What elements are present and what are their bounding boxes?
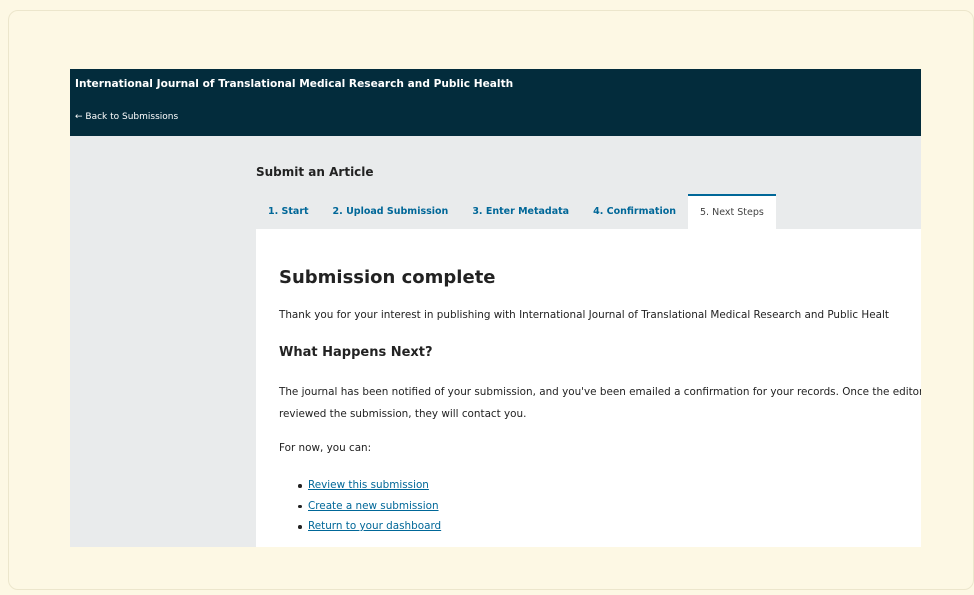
journal-title[interactable]: International Journal of Translational M… <box>75 78 513 90</box>
page-title: Submit an Article <box>256 165 374 179</box>
header-bar: International Journal of Translational M… <box>70 69 921 136</box>
app-window: International Journal of Translational M… <box>70 69 921 547</box>
tab-confirmation[interactable]: 4. Confirmation <box>581 194 688 229</box>
thanks-text: Thank you for your interest in publishin… <box>279 309 889 321</box>
review-submission-link[interactable]: Review this submission <box>308 479 429 491</box>
tab-next-steps[interactable]: 5. Next Steps <box>688 194 776 229</box>
back-to-submissions-link[interactable]: ← Back to Submissions <box>75 112 178 122</box>
next-actions-list: Review this submission Create a new subm… <box>279 475 441 537</box>
create-new-submission-link[interactable]: Create a new submission <box>308 500 439 512</box>
tab-enter-metadata[interactable]: 3. Enter Metadata <box>460 194 581 229</box>
tab-start[interactable]: 1. Start <box>256 194 321 229</box>
step-tabs: 1. Start 2. Upload Submission 3. Enter M… <box>256 194 776 229</box>
submission-complete-heading: Submission complete <box>279 267 496 288</box>
list-item: Return to your dashboard <box>297 516 441 537</box>
tab-upload-submission[interactable]: 2. Upload Submission <box>321 194 461 229</box>
step-panel: Submission complete Thank you for your i… <box>256 229 921 547</box>
what-happens-next-heading: What Happens Next? <box>279 345 433 360</box>
return-to-dashboard-link[interactable]: Return to your dashboard <box>308 520 441 532</box>
for-now-text: For now, you can: <box>279 442 372 454</box>
notification-text: The journal has been notified of your su… <box>279 386 921 420</box>
list-item: Review this submission <box>297 475 441 496</box>
list-item: Create a new submission <box>297 496 441 517</box>
